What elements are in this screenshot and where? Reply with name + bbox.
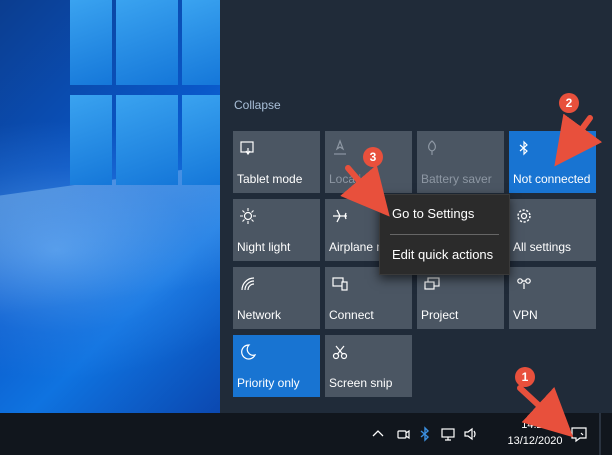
meet-now-icon[interactable]	[395, 426, 411, 442]
tile-vpn[interactable]: VPN	[509, 267, 596, 329]
battery-saver-icon	[428, 140, 436, 155]
project-icon	[424, 277, 440, 290]
bluetooth-icon[interactable]	[417, 426, 433, 442]
tile-label: VPN	[513, 308, 538, 322]
network-icon[interactable]	[440, 426, 456, 442]
airplane-icon	[333, 209, 347, 223]
tile-project[interactable]: Project	[417, 267, 504, 329]
menu-item-go-to-settings[interactable]: Go to Settings	[392, 206, 474, 221]
tile-all-settings[interactable]: All settings	[509, 199, 596, 261]
tile-connect[interactable]: Connect	[325, 267, 412, 329]
tile-label: All settings	[513, 240, 572, 254]
tile-label: Not connected	[513, 172, 591, 186]
menu-item-edit-quick-actions[interactable]: Edit quick actions	[392, 247, 493, 262]
tablet-mode-icon	[240, 141, 254, 156]
taskbar-divider	[599, 413, 601, 455]
clock-date: 13/12/2020	[507, 435, 563, 447]
tile-label: Screen snip	[329, 376, 393, 390]
clock-time: 14:24	[521, 419, 549, 431]
tile-label: Location	[329, 172, 375, 186]
tile-label: Tablet mode	[237, 172, 303, 186]
night-light-icon	[240, 208, 256, 224]
tile-tablet-mode[interactable]: Tablet mode	[233, 131, 320, 193]
bluetooth-icon	[519, 140, 528, 156]
desktop-wallpaper	[0, 0, 220, 413]
tile-bluetooth[interactable]: Not connected	[509, 131, 596, 193]
tile-label: Priority only	[237, 376, 300, 390]
annotation-badge-3: 3	[363, 147, 383, 167]
network-icon	[241, 277, 255, 291]
location-icon	[334, 139, 346, 155]
tile-label: Battery saver	[421, 172, 492, 186]
screen-snip-icon	[332, 345, 348, 360]
annotation-badge-1: 1	[515, 367, 535, 387]
tile-label: Network	[237, 308, 282, 322]
volume-icon[interactable]	[463, 426, 479, 442]
menu-separator	[390, 234, 499, 235]
tile-night-light[interactable]: Night light	[233, 199, 320, 261]
tile-screen-snip[interactable]: Screen snip	[325, 335, 412, 397]
vpn-icon	[517, 278, 531, 289]
taskbar: 14:24 13/12/2020	[0, 413, 612, 455]
tile-priority-only[interactable]: Priority only	[233, 335, 320, 397]
clock[interactable]: 14:24 13/12/2020	[506, 417, 564, 449]
gear-icon	[517, 209, 531, 223]
connect-icon	[332, 277, 348, 291]
tile-label: Connect	[329, 308, 374, 322]
collapse-link[interactable]: Collapse	[234, 98, 281, 112]
chevron-up-icon[interactable]	[370, 426, 386, 442]
tile-network[interactable]: Network	[233, 267, 320, 329]
notification-icon	[571, 427, 587, 443]
tile-battery-saver[interactable]: Battery saver	[417, 131, 504, 193]
tile-label: Night light	[237, 240, 291, 254]
tile-label: Project	[421, 308, 459, 322]
moon-icon	[241, 344, 257, 360]
notification-button[interactable]	[564, 413, 594, 455]
annotation-badge-2: 2	[559, 93, 579, 113]
context-menu: Go to Settings Edit quick actions	[379, 194, 510, 275]
